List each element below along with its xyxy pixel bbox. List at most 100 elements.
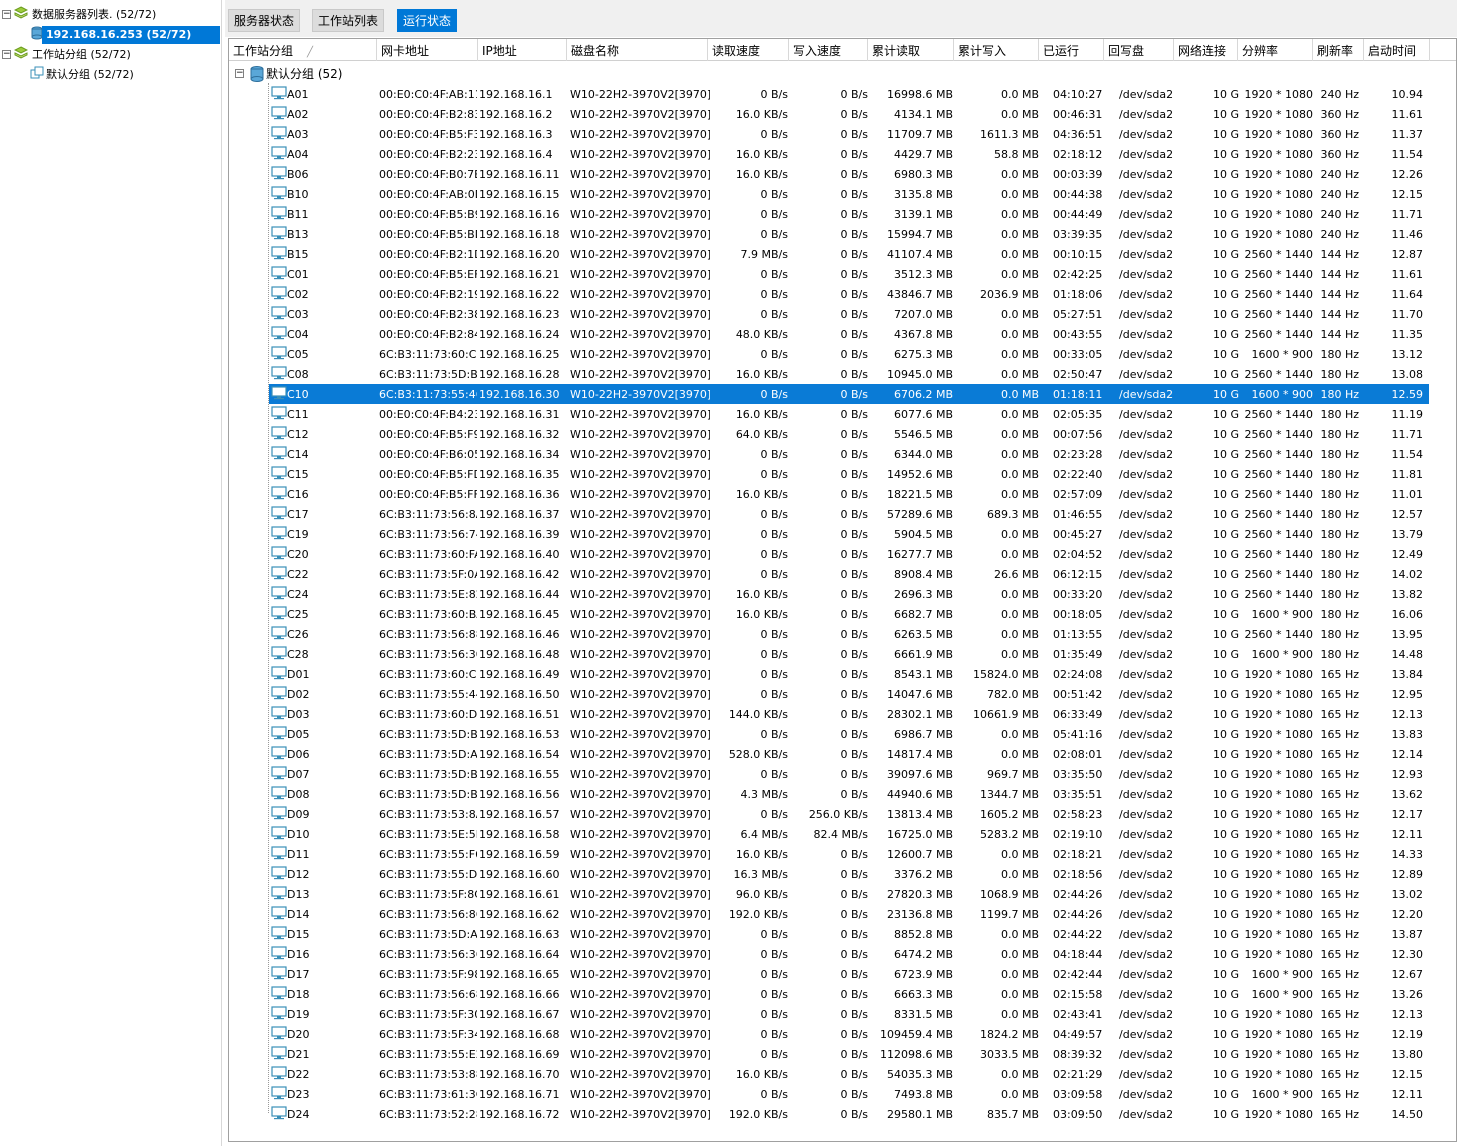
cell-total-read: 6344.0 MB [893, 448, 953, 461]
cell-total-write: 1199.7 MB [979, 908, 1039, 921]
cell-total-write: 0.0 MB [1000, 608, 1039, 621]
table-row[interactable]: C05 6C:B3:11:73:60:C0 192.168.16.25 W10-22H… [269, 344, 1429, 364]
cell-disk: W10-22H2-3970V2[3970] [570, 428, 710, 441]
table-row[interactable]: D10 6C:B3:11:73:5E:5E 192.168.16.58 W10-22H… [269, 824, 1429, 844]
tab-workstation-list[interactable]: 工作站列表 [312, 9, 385, 32]
cell-read-speed: 192.0 KB/s [728, 1108, 788, 1121]
cell-writeback: /dev/sda2 [1119, 648, 1174, 661]
table-row[interactable]: B10 00:E0:C0:4F:AB:0D 192.168.16.15 W10-22H… [269, 184, 1429, 204]
col-header-boot-time[interactable]: 启动时间 [1364, 39, 1430, 61]
table-row[interactable]: C01 00:E0:C0:4F:B5:EF 192.168.16.21 W10-22H… [269, 264, 1429, 284]
table-row[interactable]: D01 6C:B3:11:73:60:C8 192.168.16.49 W10-22H… [269, 664, 1429, 684]
col-header-network[interactable]: 网络连接 [1174, 39, 1238, 61]
cell-write-speed: 0 B/s [840, 168, 868, 181]
cell-total-write: 0.0 MB [1000, 108, 1039, 121]
table-row[interactable]: D18 6C:B3:11:73:56:68 192.168.16.66 W10-22H… [269, 984, 1429, 1004]
table-row[interactable]: D03 6C:B3:11:73:60:D8 192.168.16.51 W10-22H… [269, 704, 1429, 724]
table-row[interactable]: D12 6C:B3:11:73:55:D4 192.168.16.60 W10-22H… [269, 864, 1429, 884]
table-row[interactable]: D09 6C:B3:11:73:53:8A 192.168.16.57 W10-22H… [269, 804, 1429, 824]
tree-server-node[interactable]: 192.168.16.253 (52/72) [42, 26, 220, 44]
tree-root-groups[interactable]: 工作站分组 (52/72) [32, 46, 131, 64]
collapse-toggle[interactable]: − [235, 69, 244, 78]
table-row[interactable]: C15 00:E0:C0:4F:B5:FD 192.168.16.35 W10-22H… [269, 464, 1429, 484]
table-row[interactable]: D15 6C:B3:11:73:5D:AE 192.168.16.63 W10-22H… [269, 924, 1429, 944]
cell-write-speed: 0 B/s [840, 528, 868, 541]
cell-resolution: 2560 * 1440 [1244, 248, 1313, 261]
table-row[interactable]: C24 6C:B3:11:73:5E:82 192.168.16.44 W10-22H… [269, 584, 1429, 604]
col-header-read-speed[interactable]: 读取速度 [708, 39, 789, 61]
table-row[interactable]: C12 00:E0:C0:4F:B5:F9 192.168.16.32 W10-22H… [269, 424, 1429, 444]
table-row[interactable]: C14 00:E0:C0:4F:B6:05 192.168.16.34 W10-22H… [269, 444, 1429, 464]
cell-refresh: 165 Hz [1320, 828, 1359, 841]
col-header-disk[interactable]: 磁盘名称 [567, 39, 708, 61]
collapse-toggle[interactable]: − [2, 10, 11, 19]
table-row[interactable]: A01 00:E0:C0:4F:AB:11 192.168.16.1 W10-22H2… [269, 84, 1429, 104]
table-row[interactable]: C11 00:E0:C0:4F:B4:23 192.168.16.31 W10-22H… [269, 404, 1429, 424]
cell-total-write: 0.0 MB [1000, 368, 1039, 381]
col-header-write-speed[interactable]: 写入速度 [789, 39, 868, 61]
table-row[interactable]: A04 00:E0:C0:4F:B2:23 192.168.16.4 W10-22H2… [269, 144, 1429, 164]
col-header-uptime[interactable]: 已运行 [1039, 39, 1104, 61]
table-row[interactable]: D22 6C:B3:11:73:53:88 192.168.16.70 W10-22H… [269, 1064, 1429, 1084]
table-row[interactable]: C25 6C:B3:11:73:60:BA 192.168.16.45 W10-22H… [269, 604, 1429, 624]
col-header-group[interactable]: 工作站分组 ╱ [229, 39, 377, 61]
table-row[interactable]: D14 6C:B3:11:73:56:86 192.168.16.62 W10-22H… [269, 904, 1429, 924]
collapse-toggle[interactable]: − [2, 50, 11, 59]
table-row[interactable]: B15 00:E0:C0:4F:B2:1D 192.168.16.20 W10-22H… [269, 244, 1429, 264]
tree-root-servers[interactable]: 数据服务器列表. (52/72) [32, 6, 156, 24]
group-label: 默认分组 (52) [266, 67, 343, 81]
cell-write-speed: 0 B/s [840, 188, 868, 201]
table-row[interactable]: D19 6C:B3:11:73:5F:30 192.168.16.67 W10-22H… [269, 1004, 1429, 1024]
table-row[interactable]: C17 6C:B3:11:73:56:8A 192.168.16.37 W10-22H… [269, 504, 1429, 524]
cell-resolution: 1600 * 900 [1251, 968, 1313, 981]
table-row[interactable]: C16 00:E0:C0:4F:B5:FF 192.168.16.36 W10-22H… [269, 484, 1429, 504]
table-row[interactable]: C22 6C:B3:11:73:5F:0A 192.168.16.42 W10-22H… [269, 564, 1429, 584]
table-row[interactable]: D11 6C:B3:11:73:55:F6 192.168.16.59 W10-22H… [269, 844, 1429, 864]
table-row[interactable]: D17 6C:B3:11:73:5F:98 192.168.16.65 W10-22H… [269, 964, 1429, 984]
table-row[interactable]: C08 6C:B3:11:73:5D:B6 192.168.16.28 W10-22H… [269, 364, 1429, 384]
col-header-resolution[interactable]: 分辨率 [1238, 39, 1313, 61]
col-header-total-read[interactable]: 累计读取 [868, 39, 954, 61]
table-row[interactable]: D07 6C:B3:11:73:5D:B4 192.168.16.55 W10-22H… [269, 764, 1429, 784]
tab-running-status[interactable]: 运行状态 [397, 9, 458, 32]
table-row[interactable]: C03 00:E0:C0:4F:B2:38 192.168.16.23 W10-22H… [269, 304, 1429, 324]
table-row[interactable]: D02 6C:B3:11:73:55:44 192.168.16.50 W10-22H… [269, 684, 1429, 704]
cell-total-read: 57289.6 MB [886, 508, 953, 521]
table-row[interactable]: B11 00:E0:C0:4F:B5:B9 192.168.16.16 W10-22H… [269, 204, 1429, 224]
cell-write-speed: 0 B/s [840, 668, 868, 681]
table-row[interactable]: D13 6C:B3:11:73:5F:8C 192.168.16.61 W10-22H… [269, 884, 1429, 904]
col-header-refresh[interactable]: 刷新率 [1313, 39, 1364, 61]
col-header-ip[interactable]: IP地址 [478, 39, 567, 61]
table-row[interactable]: C02 00:E0:C0:4F:B2:19 192.168.16.22 W10-22H… [269, 284, 1429, 304]
table-row[interactable]: C04 00:E0:C0:4F:B2:84 192.168.16.24 W10-22H… [269, 324, 1429, 344]
cell-mac: 6C:B3:11:73:5E:5E [379, 828, 477, 841]
table-row[interactable]: C28 6C:B3:11:73:56:30 192.168.16.48 W10-22H… [269, 644, 1429, 664]
table-row[interactable]: D24 6C:B3:11:73:52:28 192.168.16.72 W10-22H… [269, 1104, 1429, 1124]
table-row[interactable]: A03 00:E0:C0:4F:B5:F3 192.168.16.3 W10-22H2… [269, 124, 1429, 144]
col-header-writeback[interactable]: 回写盘 [1104, 39, 1174, 61]
table-row[interactable]: D21 6C:B3:11:73:55:E2 192.168.16.69 W10-22H… [269, 1044, 1429, 1064]
table-row[interactable]: C19 6C:B3:11:73:56:74 192.168.16.39 W10-22H… [269, 524, 1429, 544]
table-row[interactable]: D05 6C:B3:11:73:5D:BA 192.168.16.53 W10-22H… [269, 724, 1429, 744]
table-row[interactable]: D08 6C:B3:11:73:5D:B0 192.168.16.56 W10-22H… [269, 784, 1429, 804]
cell-total-read: 10945.0 MB [886, 368, 953, 381]
table-row[interactable]: C20 6C:B3:11:73:60:FA 192.168.16.40 W10-22H… [269, 544, 1429, 564]
table-row[interactable]: C10 6C:B3:11:73:55:46 192.168.16.30 W10-22H… [269, 384, 1429, 404]
cell-network: 10 G [1212, 408, 1239, 421]
cell-mac: 6C:B3:11:73:60:D8 [379, 708, 477, 721]
tab-server-status[interactable]: 服务器状态 [228, 9, 301, 32]
col-header-mac[interactable]: 网卡地址 [377, 39, 478, 61]
cell-resolution: 1600 * 900 [1251, 608, 1313, 621]
col-header-total-write[interactable]: 累计写入 [954, 39, 1039, 61]
table-row[interactable]: A02 00:E0:C0:4F:B2:83 192.168.16.2 W10-22H2… [269, 104, 1429, 124]
table-row[interactable]: D06 6C:B3:11:73:5D:AC 192.168.16.54 W10-22H… [269, 744, 1429, 764]
table-row[interactable]: B06 00:E0:C0:4F:B0:7E 192.168.16.11 W10-22H… [269, 164, 1429, 184]
tree-default-group[interactable]: 默认分组 (52/72) [46, 66, 134, 84]
table-row[interactable]: D16 6C:B3:11:73:56:36 192.168.16.64 W10-22H… [269, 944, 1429, 964]
table-row[interactable]: D23 6C:B3:11:73:61:3C 192.168.16.71 W10-22H… [269, 1084, 1429, 1104]
cell-mac: 00:E0:C0:4F:B2:38 [379, 308, 477, 321]
table-row[interactable]: B13 00:E0:C0:4F:B5:BD 192.168.16.18 W10-22H… [269, 224, 1429, 244]
table-row[interactable]: D20 6C:B3:11:73:5F:34 192.168.16.68 W10-22H… [269, 1024, 1429, 1044]
cell-name: D05 [287, 728, 310, 741]
table-row[interactable]: C26 6C:B3:11:73:56:88 192.168.16.46 W10-22H… [269, 624, 1429, 644]
